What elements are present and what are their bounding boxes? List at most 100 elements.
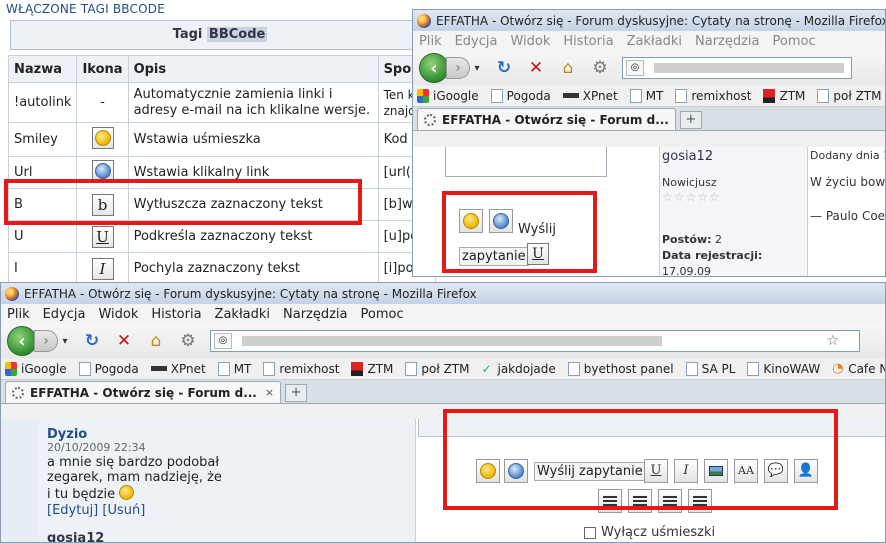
firefox-window-background[interactable]: EFFATHA - Otwórz się - Forum dyskusyjne:…: [412, 9, 886, 277]
bookmark-mt[interactable]: MT: [629, 88, 663, 103]
menu-plik[interactable]: Plik: [7, 307, 30, 322]
menu-plik[interactable]: Plik: [419, 34, 442, 49]
comment-author[interactable]: Dyzio: [47, 427, 87, 442]
page-icon: [217, 361, 230, 376]
navigation-toolbar: ‹ › ▾ ↻ ✕ ⌂ ⚙ ◎: [413, 51, 885, 85]
bookmark-xpnet[interactable]: XPnet: [562, 89, 618, 103]
menu-pomoc[interactable]: Pomoc: [773, 34, 816, 49]
firefox-window-foreground[interactable]: EFFATHA - Otwórz się - Forum dyskusyjne:…: [0, 282, 886, 543]
send-inquiry-button[interactable]: Wyślij zapytanie: [534, 462, 646, 481]
smiley-icon: [480, 463, 496, 479]
history-dropdown-icon[interactable]: ▾: [470, 63, 484, 74]
bookmark-cafe-news[interactable]: ◔Cafe News: [832, 361, 885, 376]
menu-narzedzia[interactable]: Narzędzia: [283, 307, 348, 322]
menu-widok[interactable]: Widok: [510, 34, 550, 49]
align-left-button[interactable]: [598, 489, 622, 513]
page-icon: [567, 361, 580, 376]
stop-icon[interactable]: ✕: [524, 58, 548, 78]
url-button[interactable]: [504, 459, 528, 483]
bookmark-ztm[interactable]: ZTM: [351, 361, 393, 376]
menu-edycja[interactable]: Edycja: [455, 34, 498, 49]
align-center-icon: [633, 496, 647, 506]
smiley-button[interactable]: [459, 209, 483, 233]
site-identity-icon[interactable]: ◎: [626, 60, 644, 76]
home-icon[interactable]: ⌂: [556, 58, 580, 78]
comment-timestamp: 20/10/2009 22:34: [47, 441, 146, 454]
reload-icon[interactable]: ↻: [80, 331, 104, 351]
next-comment-author[interactable]: gosia12: [47, 531, 104, 542]
user-button[interactable]: 👤: [794, 459, 818, 483]
bookmark-pol-ztm[interactable]: poł ZTM: [405, 361, 469, 376]
close-tab-icon[interactable]: ×: [265, 386, 274, 399]
url-bar[interactable]: ◎ ☆: [210, 330, 860, 352]
back-button[interactable]: ‹: [419, 53, 449, 83]
align-right-button[interactable]: [658, 489, 682, 513]
bookmark-star-icon[interactable]: ☆: [826, 333, 839, 349]
menu-historia[interactable]: Historia: [151, 307, 201, 322]
stop-icon[interactable]: ✕: [112, 331, 136, 351]
table-row: Smiley Wstawia uśmieszka Kod uś: [7, 122, 436, 157]
post-editor-box[interactable]: [445, 147, 607, 177]
disable-smileys-checkbox[interactable]: [584, 526, 596, 539]
menu-edycja[interactable]: Edycja: [43, 307, 86, 322]
bookmark-pogoda[interactable]: Pogoda: [490, 88, 551, 103]
underline-icon: U: [91, 225, 114, 248]
home-icon[interactable]: ⌂: [144, 331, 168, 351]
bookmark-mt[interactable]: MT: [217, 361, 251, 376]
url-button[interactable]: [489, 209, 513, 233]
forward-button[interactable]: ›: [446, 57, 470, 79]
align-right-icon: [663, 496, 677, 506]
menu-widok[interactable]: Widok: [98, 307, 138, 322]
bookmark-pol-ztm[interactable]: poł ZTM: [817, 88, 881, 103]
site-identity-icon[interactable]: ◎: [214, 333, 232, 349]
table-row: Url Wstawia klikalny link [url(=a: [7, 156, 436, 189]
menu-narzedzia[interactable]: Narzędzia: [695, 34, 760, 49]
italic-button[interactable]: I: [674, 459, 698, 483]
new-tab-button[interactable]: +: [679, 111, 702, 129]
menu-zakladki[interactable]: Zakładki: [627, 34, 682, 49]
bookmark-remixhost[interactable]: remixhost: [263, 361, 339, 376]
bookmark-sa-pl[interactable]: SA PL: [685, 361, 735, 376]
window-titlebar[interactable]: EFFATHA - Otwórz się - Forum dyskusyjne:…: [1, 283, 885, 304]
underline-button[interactable]: U: [644, 459, 668, 483]
user-nick[interactable]: gosia12: [660, 149, 713, 164]
bookmark-igoogle[interactable]: iGoogle: [417, 88, 479, 103]
font-button[interactable]: AA: [734, 459, 758, 483]
tab-effatha[interactable]: EFFATHA - Otwórz się - Forum d...: [417, 108, 676, 130]
bookmark-jakdojade[interactable]: ✓ jakdojade: [481, 362, 555, 376]
bookmark-byethost[interactable]: byethost panel: [567, 361, 674, 376]
post-editor-box[interactable]: [418, 419, 885, 437]
url-bar[interactable]: ◎: [622, 57, 852, 79]
edit-delete-links[interactable]: [Edytuj] [Usuń]: [47, 503, 145, 518]
menu-historia[interactable]: Historia: [563, 34, 613, 49]
history-dropdown-icon[interactable]: ▾: [58, 336, 72, 347]
reload-icon[interactable]: ↻: [492, 58, 516, 78]
back-button[interactable]: ‹: [7, 326, 37, 356]
underline-button[interactable]: U: [527, 243, 549, 265]
bookmark-igoogle[interactable]: iGoogle: [5, 361, 67, 376]
bookmark-xpnet[interactable]: XPnet: [150, 362, 206, 376]
gears-icon[interactable]: ⚙: [176, 331, 200, 351]
smiley-button[interactable]: [476, 459, 500, 483]
gears-icon[interactable]: ⚙: [588, 58, 612, 78]
align-center-button[interactable]: [628, 489, 652, 513]
tab-effatha[interactable]: EFFATHA - Otwórz się - Forum d... ×: [5, 381, 282, 403]
quote-button[interactable]: 💬: [764, 459, 788, 483]
menu-pomoc[interactable]: Pomoc: [361, 307, 404, 322]
forward-button[interactable]: ›: [34, 330, 58, 352]
post-count: Postów: 2: [662, 233, 723, 246]
send-inquiry-button-wrap[interactable]: zapytanie: [459, 247, 529, 266]
bookmark-pogoda[interactable]: Pogoda: [78, 361, 139, 376]
bookmark-ztm[interactable]: ZTM: [763, 88, 805, 103]
menu-zakladki[interactable]: Zakładki: [215, 307, 270, 322]
bookmark-remixhost[interactable]: remixhost: [675, 88, 751, 103]
send-inquiry-button[interactable]: Wyślij: [516, 221, 558, 240]
ztm-icon: [351, 361, 364, 376]
list-button[interactable]: [688, 489, 712, 513]
new-tab-button[interactable]: +: [285, 384, 308, 402]
image-button[interactable]: [704, 459, 728, 483]
table-row: U U Podkreśla zaznaczony tekst [u]pod: [7, 220, 436, 253]
window-titlebar[interactable]: EFFATHA - Otwórz się - Forum dyskusyjne:…: [413, 10, 885, 31]
xpnet-icon: [562, 93, 579, 98]
bookmark-kinowaw[interactable]: KinoWAW: [747, 361, 820, 376]
